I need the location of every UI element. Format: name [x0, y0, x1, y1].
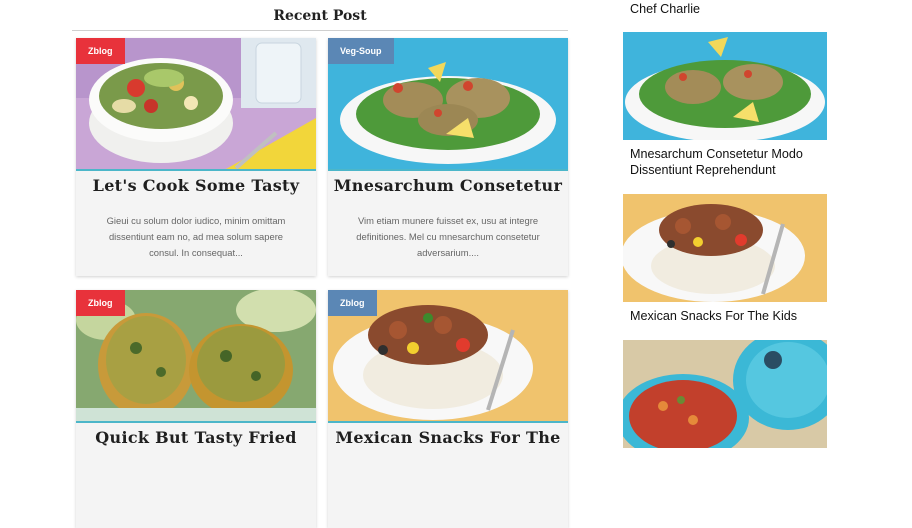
post-title[interactable]: Quick But Tasty Fried	[76, 428, 316, 447]
sidebar-post[interactable]: Mnesarchum Consetetur Modo Dissentiunt R…	[623, 32, 827, 178]
post-card[interactable]: Zblog Let's Cook Some Tasty Gieui cu sol…	[76, 38, 316, 276]
post-title[interactable]: Let's Cook Some Tasty	[76, 176, 316, 195]
post-card[interactable]: Veg-Soup Mnesarchum Consetetur Vim etiam…	[328, 38, 568, 276]
sidebar-post-title[interactable]: Mexican Snacks For The Kids	[623, 308, 827, 324]
post-excerpt: Vim etiam munere fuisset ex, usu at inte…	[356, 215, 540, 258]
category-badge[interactable]: Zblog	[328, 290, 377, 316]
recent-post-heading: Recent Post	[72, 0, 568, 31]
post-title[interactable]: Mexican Snacks For The	[328, 428, 568, 447]
post-title[interactable]: Mnesarchum Consetetur	[328, 176, 568, 195]
sidebar-post-title[interactable]: Chef Charlie	[623, 1, 700, 17]
category-badge[interactable]: Zblog	[76, 38, 125, 64]
post-excerpt: Gieui cu solum dolor iudico, minim omitt…	[106, 215, 286, 258]
category-badge[interactable]: Zblog	[76, 290, 125, 316]
sidebar-post-title[interactable]: Mnesarchum Consetetur Modo Dissentiunt R…	[623, 146, 827, 178]
post-card[interactable]: Zblog Quick But Tasty Fried	[76, 290, 316, 528]
post-card[interactable]: Zblog Mexican Snacks For The	[328, 290, 568, 528]
sidebar-post[interactable]: Mexican Snacks For The Kids	[623, 194, 827, 324]
sidebar-post-image[interactable]	[623, 340, 827, 448]
sidebar-post-image[interactable]	[623, 194, 827, 302]
sidebar-post-image[interactable]	[623, 32, 827, 140]
category-badge[interactable]: Veg-Soup	[328, 38, 394, 64]
sidebar-post[interactable]	[623, 340, 827, 454]
